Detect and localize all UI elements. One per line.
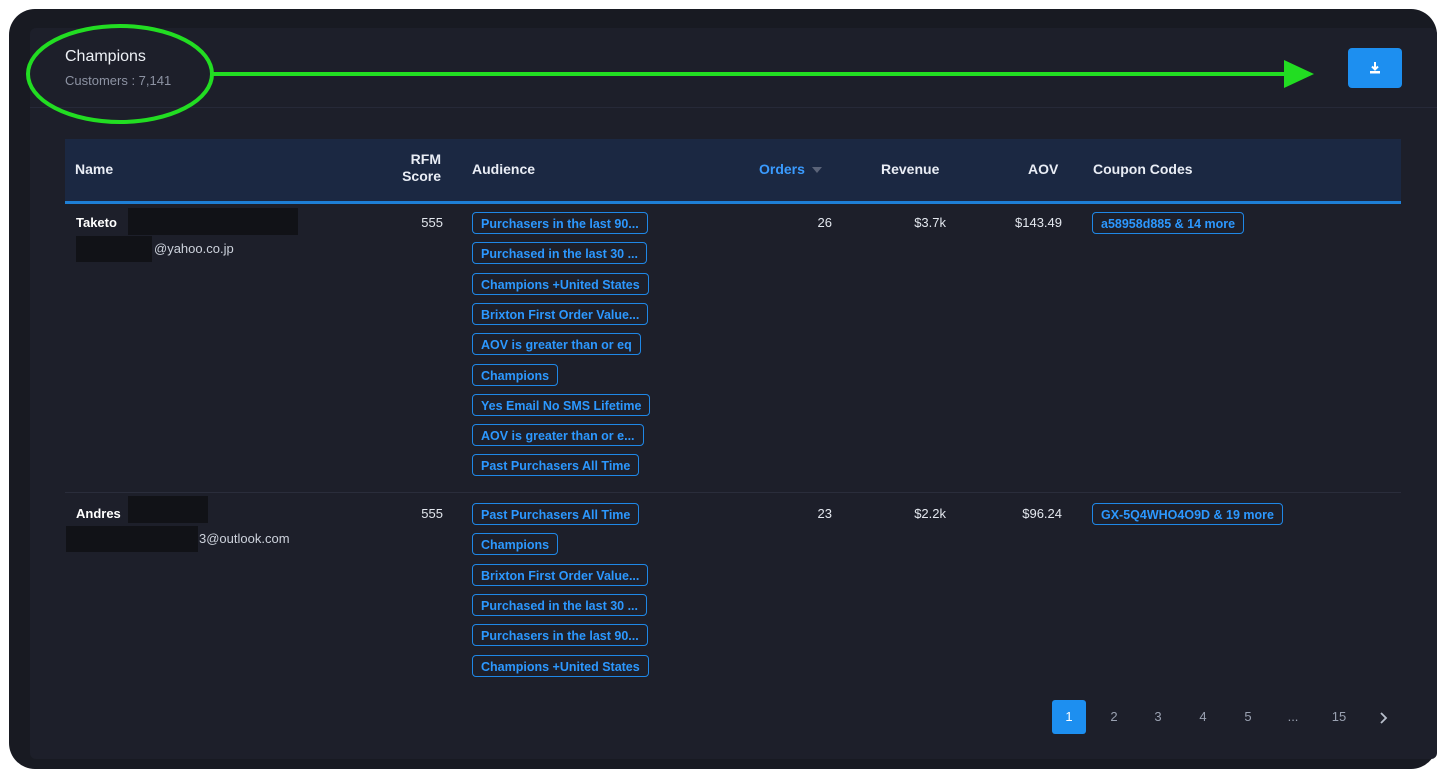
col-rfm-line2: Score <box>402 168 441 184</box>
audience-tag[interactable]: Champions <box>472 533 559 556</box>
audience-tag[interactable]: Yes Email No SMS Lifetime <box>472 393 651 416</box>
audience-tag[interactable]: AOV is greater than or e... <box>472 424 644 447</box>
audience-tag[interactable]: Purchased in the last 30 ... <box>472 593 648 616</box>
audience-tag[interactable]: Purchasers in the last 90... <box>472 212 648 234</box>
pagination-ellipsis: ... <box>1287 709 1299 724</box>
rfm-score: 555 <box>421 215 443 230</box>
col-rfm[interactable]: RFM Score <box>395 151 441 185</box>
chevron-right-icon <box>1380 711 1388 724</box>
customer-email: @yahoo.co.jp <box>154 241 234 256</box>
col-orders[interactable]: Orders <box>759 161 822 178</box>
page-button[interactable]: 2 <box>1097 700 1131 734</box>
audience-tag[interactable]: Champions +United States <box>472 654 649 677</box>
customer-name[interactable]: Taketo <box>76 215 117 230</box>
download-button[interactable] <box>1348 48 1402 88</box>
col-name[interactable]: Name <box>75 161 113 178</box>
revenue-value: $2.2k <box>914 506 946 521</box>
audience-tag[interactable]: Purchasers in the last 90... <box>472 624 648 647</box>
coupon-codes-tag[interactable]: GX-5Q4WHO4O9D & 19 more <box>1092 503 1283 525</box>
redaction-block <box>128 496 208 523</box>
col-revenue[interactable]: Revenue <box>881 161 939 178</box>
coupon-codes-tag[interactable]: a58958d885 & 14 more <box>1092 212 1245 234</box>
aov-value: $143.49 <box>1015 215 1062 230</box>
customer-email: 3@outlook.com <box>199 531 290 546</box>
customer-count: Customers : 7,141 <box>65 73 172 88</box>
page-button[interactable]: 4 <box>1186 700 1220 734</box>
audience-tag[interactable]: Past Purchasers All Time <box>472 454 640 477</box>
row-divider <box>65 492 1401 493</box>
audience-tag[interactable]: Champions <box>472 363 559 386</box>
audience-tag[interactable]: Past Purchasers All Time <box>472 503 640 525</box>
revenue-value: $3.7k <box>914 215 946 230</box>
col-aov[interactable]: AOV <box>1028 161 1058 178</box>
col-coupons[interactable]: Coupon Codes <box>1093 161 1193 178</box>
rfm-score: 555 <box>421 506 443 521</box>
redaction-block <box>66 526 198 552</box>
audience-tag[interactable]: Brixton First Order Value... <box>472 563 649 586</box>
redaction-block <box>128 208 298 235</box>
download-icon <box>1370 62 1380 74</box>
orders-count: 23 <box>817 506 832 521</box>
next-page-button[interactable] <box>1366 700 1400 734</box>
orders-count: 26 <box>817 215 832 230</box>
sort-desc-icon <box>811 167 822 174</box>
audience-tag[interactable]: Brixton First Order Value... <box>472 302 649 325</box>
page-button[interactable]: 3 <box>1141 700 1175 734</box>
segment-panel <box>30 28 1437 759</box>
segment-title: Champions <box>65 48 146 65</box>
customer-name[interactable]: Andres <box>76 506 121 521</box>
page-button[interactable]: 5 <box>1231 700 1265 734</box>
col-rfm-line1: RFM <box>410 151 441 167</box>
header-divider <box>30 107 1437 108</box>
redaction-block <box>76 236 152 262</box>
col-audience[interactable]: Audience <box>472 161 535 178</box>
page-button[interactable]: 1 <box>1052 700 1086 734</box>
page-button[interactable]: 15 <box>1322 700 1356 734</box>
audience-tag[interactable]: AOV is greater than or eq <box>472 333 641 356</box>
audience-tag[interactable]: Purchased in the last 30 ... <box>472 242 648 265</box>
audience-tag[interactable]: Champions +United States <box>472 272 649 295</box>
aov-value: $96.24 <box>1022 506 1062 521</box>
table-header: Name RFM Score Audience Orders Revenue A… <box>65 139 1401 204</box>
col-orders-label: Orders <box>759 161 805 177</box>
